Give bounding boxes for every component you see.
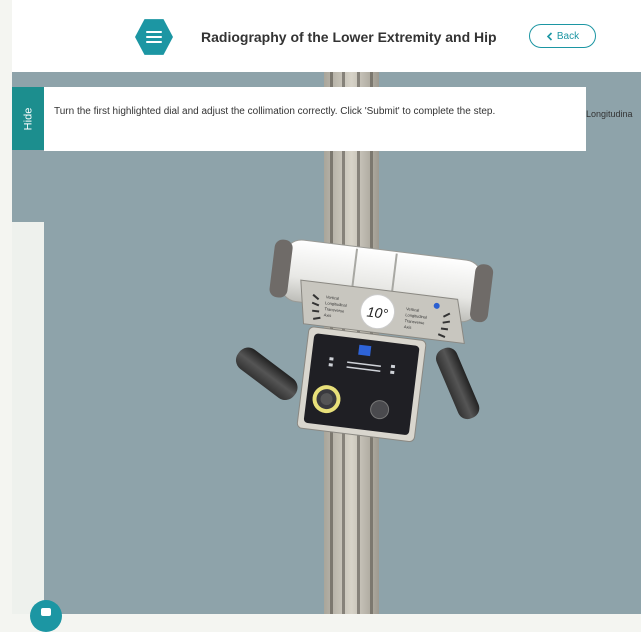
chat-icon (41, 608, 51, 616)
hamburger-icon (146, 31, 162, 43)
back-button[interactable]: Back (529, 24, 596, 48)
display-screen (358, 344, 372, 357)
instruction-text: Turn the first highlighted dial and adju… (54, 106, 496, 117)
angle-readout: 10° (366, 303, 389, 322)
3d-viewport[interactable]: 10° Vertical Longitudinal Transverse Axi… (12, 72, 641, 614)
svg-text:Axis: Axis (404, 324, 412, 330)
app-header: Radiography of the Lower Extremity and H… (12, 0, 641, 72)
menu-button[interactable] (135, 19, 173, 55)
xray-scene: 10° Vertical Longitudinal Transverse Axi… (225, 72, 501, 614)
instruction-panel: Turn the first highlighted dial and adju… (44, 87, 586, 151)
left-margin-panel (12, 222, 44, 614)
collimator-assembly[interactable]: 10° Vertical Longitudinal Transverse Axi… (225, 233, 501, 450)
svg-text:Axis: Axis (323, 312, 331, 318)
control-panel (296, 326, 427, 442)
chat-button[interactable] (30, 600, 62, 632)
page-title: Radiography of the Lower Extremity and H… (201, 29, 497, 45)
hide-label: Hide (22, 107, 34, 130)
back-button-label: Back (556, 30, 580, 42)
chevron-left-icon (546, 31, 552, 41)
left-handle[interactable] (232, 343, 302, 404)
hide-button[interactable]: Hide (12, 87, 44, 150)
right-handle[interactable] (433, 345, 483, 423)
longitudinal-label: Longitudina (586, 109, 633, 119)
